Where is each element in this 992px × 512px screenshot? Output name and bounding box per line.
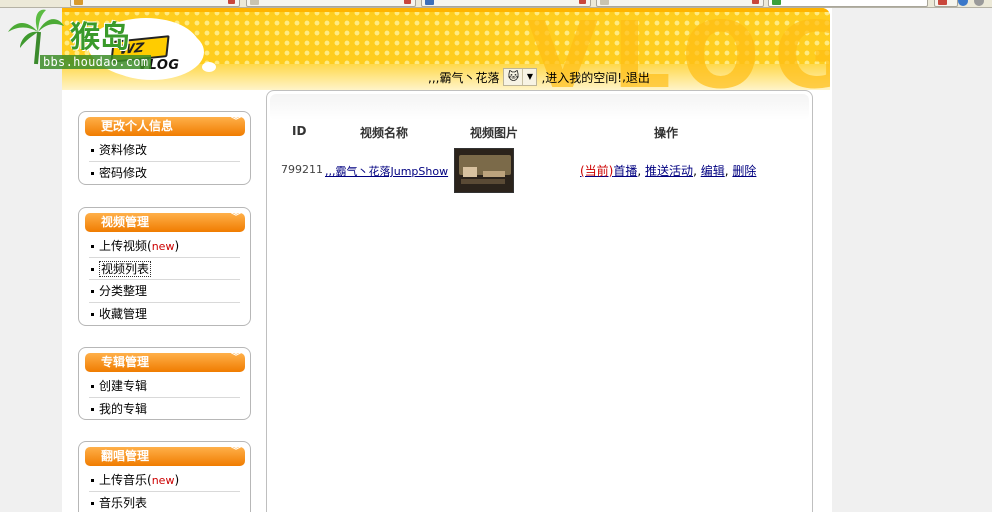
menu-item-label: 视频列表	[99, 260, 152, 277]
panel-video: 视频管理 ︾ 上传视频(new) 视频列表 分类整理 收藏管理	[78, 207, 251, 326]
menu-item-label: 分类整理	[99, 284, 148, 298]
watermark-text: 猴岛	[70, 20, 130, 55]
double-chevron-down-icon[interactable]: ︾	[231, 447, 241, 457]
menu-item-music-list[interactable]: 音乐列表	[89, 492, 240, 512]
menu-item-label: 上传视频	[99, 239, 148, 253]
watermark-url: bbs.houdao.com	[40, 55, 152, 69]
browser-control-icon[interactable]	[974, 0, 984, 6]
menu-item-label: 我的专辑	[99, 401, 148, 416]
current-broadcast-link[interactable]: (当前)首播	[580, 164, 637, 178]
browser-tab[interactable]	[70, 0, 240, 7]
browser-control-icon[interactable]	[958, 0, 968, 6]
panel-title: 翻唱管理	[101, 449, 150, 463]
page-icon	[938, 0, 947, 5]
close-icon[interactable]	[228, 0, 235, 4]
menu-item-label: 创建专辑	[99, 379, 148, 393]
panel-title: 视频管理	[101, 215, 150, 229]
menu-item-label: 密码修改	[99, 165, 148, 180]
video-thumbnail[interactable]	[454, 148, 514, 193]
panel-header[interactable]: 视频管理 ︾	[85, 213, 245, 232]
page-icon	[425, 0, 434, 5]
logo-cloud-bubble	[202, 62, 216, 72]
panel-header[interactable]: 专辑管理 ︾	[85, 353, 245, 372]
panel-title: 专辑管理	[101, 355, 150, 369]
separator: ,	[637, 164, 642, 178]
double-chevron-down-icon[interactable]: ︾	[231, 117, 241, 127]
menu-item-upload-music[interactable]: 上传音乐(new)	[89, 469, 240, 492]
menu-item-video-list[interactable]: 视频列表	[89, 258, 240, 280]
browser-tab[interactable]	[246, 0, 416, 7]
panel-menu: 上传音乐(new) 音乐列表	[89, 469, 240, 512]
menu-item-label: 资料修改	[99, 143, 148, 157]
forum-watermark: 猴岛 bbs.houdao.com	[6, 8, 156, 70]
username[interactable]: ,,,霸气丶花落	[428, 69, 499, 86]
video-name-cell: ,,,霸气丶花落JumpShow	[325, 163, 448, 179]
push-activity-link[interactable]: 推送活动	[645, 164, 693, 178]
broadcast-label: 首播	[613, 164, 638, 178]
page-gutter-right	[832, 8, 992, 512]
browser-tab-strip	[0, 0, 992, 8]
browser-tab[interactable]	[421, 0, 591, 7]
user-welcome-bar: ,,,霸气丶花落 🐱 ▼ ,进入我的空间! , 退出	[428, 68, 650, 86]
menu-item-my-albums[interactable]: 我的专辑	[89, 398, 240, 421]
video-list-panel: ID 视频名称 视频图片 操作 799211 ,,,霸气丶花落JumpShow …	[266, 90, 813, 512]
panel-menu: 上传视频(new) 视频列表 分类整理 收藏管理	[89, 235, 240, 325]
panel-menu: 资料修改 密码修改	[89, 139, 240, 184]
column-header-id: ID	[292, 124, 307, 138]
logout-link[interactable]: 退出	[626, 69, 650, 86]
column-header-image: 视频图片	[470, 126, 519, 140]
menu-item-create-album[interactable]: 创建专辑	[89, 375, 240, 398]
page-icon	[250, 0, 259, 5]
browser-tab[interactable]	[596, 0, 764, 7]
browser-tab[interactable]	[934, 0, 958, 7]
page-icon	[600, 0, 609, 5]
separator: ,	[693, 164, 697, 178]
video-id: 799211	[281, 163, 323, 176]
browser-tab-active[interactable]	[768, 0, 928, 7]
double-chevron-down-icon[interactable]: ︾	[231, 353, 241, 363]
new-badge: new	[151, 240, 175, 253]
close-icon[interactable]	[752, 0, 759, 4]
page-gutter-left	[0, 8, 62, 512]
double-chevron-down-icon[interactable]: ︾	[231, 213, 241, 223]
panel-cover: 翻唱管理 ︾ 上传音乐(new) 音乐列表	[78, 441, 251, 512]
panel-profile: 更改个人信息 ︾ 资料修改 密码修改	[78, 111, 251, 185]
welcome-link[interactable]: ,进入我的空间!	[541, 69, 622, 86]
menu-item-favorites[interactable]: 收藏管理	[89, 303, 240, 326]
status-icon: 🐱	[507, 70, 520, 83]
menu-item-label: 收藏管理	[99, 306, 148, 321]
status-dropdown[interactable]: 🐱 ▼	[503, 68, 538, 86]
menu-item-label: 音乐列表	[99, 495, 148, 510]
page-icon	[74, 0, 83, 5]
row-actions: (当前)首播, 推送活动, 编辑, 删除	[580, 162, 756, 179]
menu-item-label: 上传音乐	[99, 473, 148, 487]
close-icon[interactable]	[404, 0, 411, 4]
panel-header[interactable]: 更改个人信息 ︾	[85, 117, 245, 136]
menu-item-categories[interactable]: 分类整理	[89, 280, 240, 303]
delete-link[interactable]: 删除	[732, 164, 756, 178]
menu-item-change-password[interactable]: 密码修改	[89, 162, 240, 185]
panel-title: 更改个人信息	[101, 119, 174, 133]
menu-item-upload-video[interactable]: 上传视频(new)	[89, 235, 240, 258]
video-name-link[interactable]: ,,,霸气丶花落JumpShow	[325, 165, 448, 178]
close-icon[interactable]	[579, 0, 586, 4]
menu-item-edit-profile[interactable]: 资料修改	[89, 139, 240, 162]
chevron-down-icon[interactable]: ▼	[522, 69, 536, 85]
panel-header[interactable]: 翻唱管理 ︾	[85, 447, 245, 466]
panel-album: 专辑管理 ︾ 创建专辑 我的专辑	[78, 347, 251, 420]
column-header-name: 视频名称	[360, 126, 409, 140]
page-icon	[772, 0, 781, 5]
column-header-actions: 操作	[654, 126, 679, 140]
panel-top-bar	[270, 94, 809, 120]
edit-link[interactable]: 编辑	[701, 164, 725, 178]
separator: ,	[724, 164, 729, 178]
panel-menu: 创建专辑 我的专辑	[89, 375, 240, 420]
new-badge: new	[151, 474, 175, 487]
current-label: (当前)	[580, 164, 614, 178]
